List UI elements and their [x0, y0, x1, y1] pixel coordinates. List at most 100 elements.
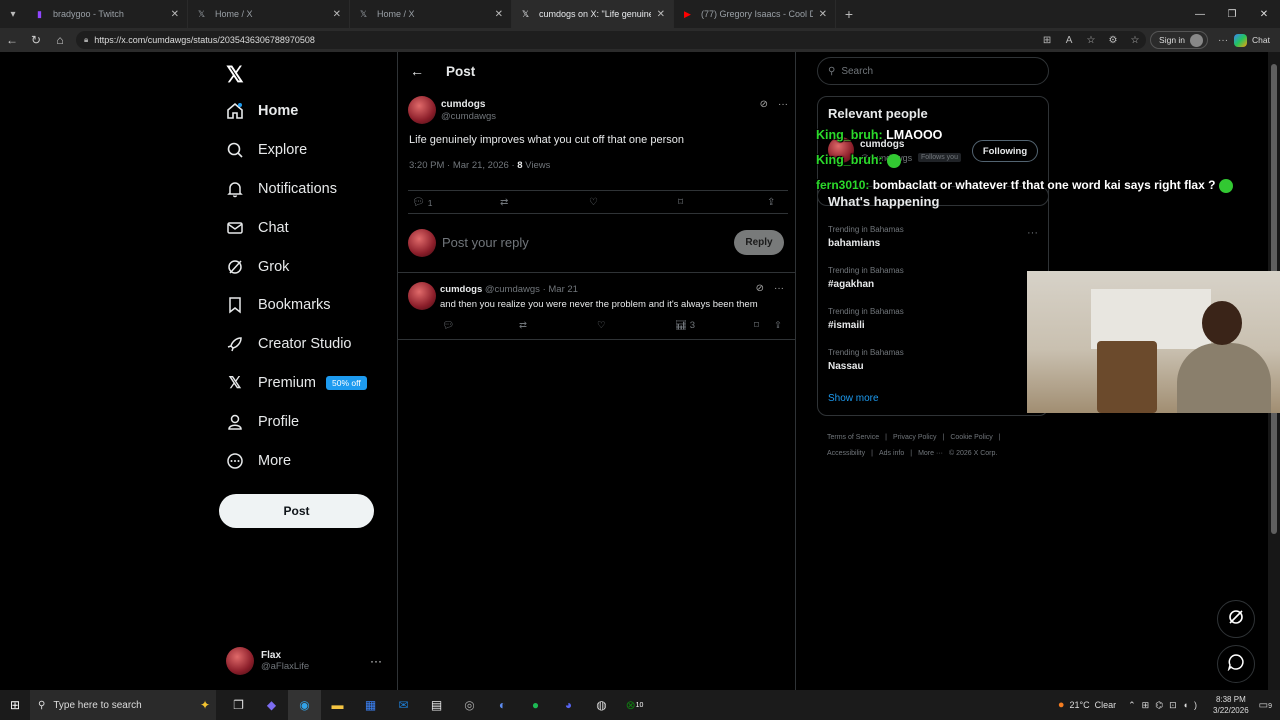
home-icon[interactable]: ⌂ — [48, 28, 72, 52]
close-icon[interactable]: ✕ — [495, 9, 503, 20]
favorite-star-icon[interactable]: ☆ — [1080, 35, 1102, 46]
mail-icon[interactable]: ✉ — [387, 690, 420, 720]
grok-icon[interactable]: ⊘ — [756, 283, 764, 294]
avatar[interactable] — [408, 96, 436, 124]
views-action[interactable]: 📊︎ 3 — [675, 320, 695, 331]
back-arrow-icon[interactable]: ← — [0, 28, 24, 52]
browser-tab[interactable]: 𝕏 Home / X ✕ — [350, 0, 512, 28]
footer-link[interactable]: Ads info — [879, 450, 904, 457]
sign-in-button[interactable]: Sign in — [1150, 31, 1209, 49]
post-button[interactable]: Post — [219, 494, 374, 528]
close-icon[interactable]: ✕ — [333, 9, 341, 20]
footer-link[interactable]: More ··· — [918, 450, 943, 457]
browser-tab[interactable]: ▮ bradygoo - Twitch ✕ — [26, 0, 188, 28]
reply-input[interactable]: Post your reply — [442, 235, 529, 250]
trend-item[interactable]: Trending in Bahamas Nassau — [828, 348, 904, 372]
share-icon[interactable]: ⇪ — [774, 320, 782, 331]
search-input[interactable]: ⚲ Search — [817, 57, 1049, 85]
nav-item-chat[interactable]: Chat — [226, 208, 367, 247]
like-heart-icon[interactable]: ♡ — [589, 197, 598, 208]
footer-link[interactable]: Cookie Policy — [950, 434, 992, 441]
browser-tab[interactable]: ▶ (77) Gregory Isaacs - Cool Down T ✕ — [674, 0, 836, 28]
spotify-icon[interactable]: ● — [519, 690, 552, 720]
maximize-icon[interactable]: ❐ — [1216, 0, 1248, 28]
avatar[interactable] — [408, 282, 436, 310]
reply-bubble-icon[interactable]: 💬︎ — [442, 320, 454, 331]
nav-item-profile[interactable]: Profile — [226, 402, 367, 441]
repost-icon[interactable]: ⇄ — [500, 197, 508, 208]
repost-icon[interactable]: ⇄ — [519, 320, 527, 331]
reply-action[interactable]: 💬︎ 1 — [412, 197, 432, 208]
tweet-timestamp[interactable]: 3:20 PM · Mar 21, 2026 · — [409, 160, 517, 171]
trend-item[interactable]: Trending in Bahamas #ismaili — [828, 307, 904, 331]
copilot-chat-button[interactable]: Chat — [1234, 33, 1270, 47]
notepad-icon[interactable]: ▤ — [420, 690, 453, 720]
grok-fab-button[interactable] — [1217, 600, 1255, 638]
trend-item[interactable]: Trending in Bahamas #agakhan — [828, 266, 904, 290]
close-window-icon[interactable]: ✕ — [1248, 0, 1280, 28]
nav-item-home[interactable]: Home — [226, 92, 367, 131]
discord-icon[interactable]: ◕ — [552, 690, 585, 720]
nav-item-explore[interactable]: Explore — [226, 131, 367, 170]
more-dots-icon[interactable]: ··· — [774, 283, 784, 294]
share-icon[interactable]: ⇪ — [767, 197, 775, 208]
tray-icons[interactable]: ⌃⊞⌬⊡◖) — [1128, 700, 1203, 711]
nav-item-notifications[interactable]: Notifications — [226, 170, 367, 209]
read-aloud-icon[interactable]: A — [1058, 35, 1080, 46]
media-player-icon[interactable]: ◐ — [486, 690, 519, 720]
nav-item-creator-studio[interactable]: Creator Studio — [226, 325, 367, 364]
notifications-icon[interactable]: ▭9 — [1259, 700, 1272, 711]
bookmark-icon[interactable]: ⌑ — [678, 197, 683, 208]
nav-item-grok[interactable]: Grok — [226, 247, 367, 286]
nav-item-premium[interactable]: 𝕏 Premium 50% off — [226, 364, 367, 403]
taskbar-search[interactable]: ⚲ Type here to search ✦ — [30, 690, 216, 720]
trend-item[interactable]: Trending in Bahamas bahamians — [828, 225, 904, 249]
weather-widget[interactable]: ● 21°C Clear — [1058, 699, 1116, 711]
url-field[interactable]: 🔒︎ https://x.com/cumdawgs/status/2035436… — [76, 31, 1146, 49]
new-tab-plus-icon[interactable]: + — [836, 6, 862, 22]
tweet-author-handle[interactable]: @cumdawgs — [441, 111, 496, 122]
copilot-icon[interactable]: ◆ — [255, 690, 288, 720]
minimize-icon[interactable]: — — [1184, 0, 1216, 28]
footer-link[interactable]: Privacy Policy — [893, 434, 937, 441]
app-install-icon[interactable]: ⊞ — [1036, 35, 1058, 46]
close-icon[interactable]: ✕ — [171, 9, 179, 20]
nav-item-more[interactable]: More — [226, 441, 367, 480]
show-more-link[interactable]: Show more — [828, 393, 879, 404]
favorites-icon[interactable]: ☆ — [1124, 35, 1146, 46]
browser-tab-active[interactable]: 𝕏 cumdogs on X: "Life genuinely im ✕ — [512, 0, 674, 28]
back-arrow-icon[interactable]: ← — [410, 63, 446, 79]
file-explorer-icon[interactable]: ▬ — [321, 690, 354, 720]
store-icon[interactable]: ▦ — [354, 690, 387, 720]
browser-tab[interactable]: 𝕏 Home / X ✕ — [188, 0, 350, 28]
lock-icon[interactable]: 🔒︎ — [84, 35, 88, 45]
account-switcher[interactable]: Flax @aFlaxLife ··· — [226, 644, 386, 678]
obs-icon[interactable]: ◍ — [585, 690, 618, 720]
close-icon[interactable]: ✕ — [657, 9, 665, 20]
nav-item-bookmarks[interactable]: Bookmarks — [226, 286, 367, 325]
task-view-icon[interactable]: ❐ — [222, 690, 255, 720]
messages-fab-button[interactable] — [1217, 645, 1255, 683]
following-button[interactable]: Following — [972, 140, 1038, 162]
x-logo-icon[interactable]: 𝕏 — [226, 62, 244, 88]
grok-icon[interactable]: ⊘ — [760, 99, 768, 110]
bookmark-icon[interactable]: ⌑ — [754, 320, 759, 331]
close-icon[interactable]: ✕ — [819, 9, 827, 20]
tab-actions-chevron-icon[interactable]: ▾ — [0, 0, 26, 28]
edge-icon[interactable]: ◉ — [288, 690, 321, 720]
more-dots-icon[interactable]: ··· — [1212, 35, 1234, 46]
more-dots-icon[interactable]: ··· — [370, 654, 382, 668]
refresh-icon[interactable]: ↻ — [24, 28, 48, 52]
like-heart-icon[interactable]: ♡ — [597, 320, 606, 331]
footer-link[interactable]: Accessibility — [827, 450, 865, 457]
reply-tweet[interactable]: cumdogs @cumdawgs · Mar 21 ⊘ ··· and the… — [398, 274, 796, 340]
taskbar-clock[interactable]: 8:38 PM 3/22/2026 — [1213, 694, 1249, 716]
more-dots-icon[interactable]: ··· — [778, 99, 788, 110]
more-dots-icon[interactable]: ··· — [1027, 227, 1038, 239]
extensions-icon[interactable]: ⚙ — [1102, 35, 1124, 46]
footer-link[interactable]: Terms of Service — [827, 434, 879, 441]
windows-start-icon[interactable]: ⊞ — [0, 698, 30, 712]
app-icon[interactable]: ◎ — [453, 690, 486, 720]
reply-button[interactable]: Reply — [734, 230, 784, 255]
tweet-author-name[interactable]: cumdogs — [441, 99, 485, 110]
